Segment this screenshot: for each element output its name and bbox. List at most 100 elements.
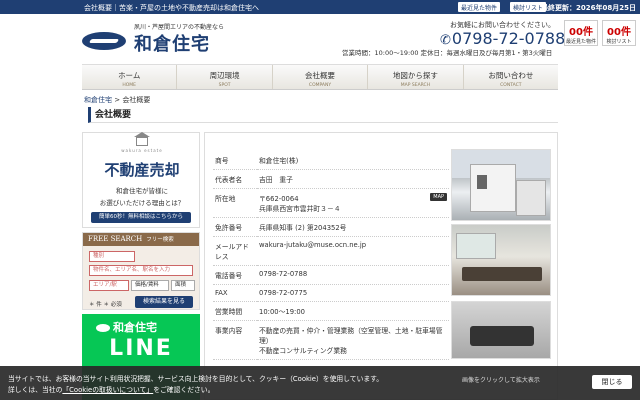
company-info-card: 商号 和倉住宅(株) 代表者名 吉田 重子 所在地 MAP 〒662-0064 兵庫県西宮… bbox=[204, 132, 558, 400]
price-select[interactable]: 価格/賃料 bbox=[131, 280, 169, 291]
required-note: ＊ 件 ＊ 必須 bbox=[89, 302, 122, 308]
row-label: 所在地 bbox=[213, 188, 257, 218]
table-shape bbox=[470, 326, 534, 346]
logo-text[interactable]: 和倉住宅 bbox=[134, 30, 210, 56]
row-value: 0798-72-0775 bbox=[257, 284, 449, 302]
map-button[interactable]: MAP bbox=[430, 193, 447, 201]
nav-home[interactable]: ホーム HOME bbox=[82, 65, 178, 89]
keyword-input[interactable]: 物件名、エリア名、駅名を入力 bbox=[89, 265, 193, 276]
building-photo[interactable] bbox=[451, 149, 551, 221]
nav-spot[interactable]: 周辺環境 SPOT bbox=[177, 65, 273, 89]
nav-sublabel: CONTACT bbox=[500, 83, 522, 88]
free-search-panel: FREE SEARCH フリー検索 種別 物件名、エリア名、駅名を入力 エリア/駅… bbox=[82, 232, 200, 310]
table-row: 代表者名 吉田 重子 bbox=[213, 169, 449, 189]
free-search-title: FREE SEARCH bbox=[88, 235, 143, 243]
logo-emblem-icon bbox=[96, 324, 110, 332]
sell-brand: wakura estate bbox=[121, 148, 163, 153]
line-brand: 和倉住宅 bbox=[96, 319, 157, 335]
recent-count-badge[interactable]: 00件 最近見た物件 bbox=[564, 20, 598, 46]
recent-count: 00件 bbox=[569, 27, 593, 38]
consultation-button[interactable]: 簡単60秒！無料相談はこちらから bbox=[91, 212, 191, 223]
cookie-policy-link[interactable]: 「Cookieの取扱いについて」 bbox=[62, 386, 153, 394]
nav-contact[interactable]: お問い合わせ CONTACT bbox=[464, 65, 558, 89]
row-label: 商号 bbox=[213, 151, 257, 170]
search-results-button[interactable]: 検索結果を見る bbox=[135, 296, 193, 308]
favorites-count-label: 検討リスト bbox=[606, 39, 632, 45]
desk-shape bbox=[462, 267, 542, 281]
breadcrumb-home[interactable]: 和倉住宅 bbox=[84, 96, 112, 104]
recent-count-label: 最近見た物件 bbox=[565, 39, 596, 45]
free-search-header: FREE SEARCH フリー検索 bbox=[83, 233, 199, 246]
row-label: FAX bbox=[213, 284, 257, 302]
site-description: 会社概要｜苦楽・芦屋の土地や不動産売却は和倉住宅へ bbox=[84, 4, 259, 12]
nav-label: 会社概要 bbox=[305, 71, 336, 80]
table-row: 免許番号 兵庫県知事 (2) 第204352号 bbox=[213, 217, 449, 237]
nav-sublabel: SPOT bbox=[218, 83, 231, 88]
row-value: 10:00〜19:00 bbox=[257, 301, 449, 321]
table-row: 営業時間 10:00〜19:00 bbox=[213, 301, 449, 321]
recent-viewed-link[interactable]: 最近見た物件 bbox=[458, 2, 501, 12]
photo-caption: 画像をクリックして拡大表示 bbox=[462, 377, 540, 384]
table-row: 所在地 MAP 〒662-0064 兵庫県西宮市雲井町３－４ bbox=[213, 188, 449, 218]
email-link[interactable]: wakura-jutaku@muse.ocn.ne.jp bbox=[257, 236, 449, 266]
row-value: 0798-72-0788 bbox=[257, 265, 449, 285]
cookie-text-2: 詳しくは、当社の「Cookieの取扱いについて」をご確認ください。 bbox=[8, 384, 214, 394]
business-hours: 営業時間：10:00〜19:00 定休日：毎週水曜日及び毎月第1・第3火曜日 bbox=[342, 49, 553, 57]
table-row: FAX 0798-72-0775 bbox=[213, 284, 449, 302]
sell-subtitle-1: 和倉住宅が皆様に bbox=[116, 187, 168, 195]
main-nav: ホーム HOME 周辺環境 SPOT 会社概要 COMPANY 地図から探す MAP S… bbox=[82, 64, 558, 90]
nav-label: お問い合わせ bbox=[488, 71, 534, 80]
window-shape bbox=[456, 233, 496, 259]
row-value: 兵庫県知事 (2) 第204352号 bbox=[257, 217, 449, 237]
row-value: MAP 〒662-0064 兵庫県西宮市雲井町３－４ bbox=[257, 188, 449, 218]
row-value: 吉田 重子 bbox=[257, 169, 449, 189]
phone-number[interactable]: ✆0798-72-0788 bbox=[440, 29, 565, 48]
nav-sublabel: MAP SEARCH bbox=[400, 83, 431, 88]
logo-emblem-icon[interactable] bbox=[82, 32, 126, 50]
line-text: LINE bbox=[109, 336, 173, 361]
phone-text: 0798-72-0788 bbox=[451, 29, 566, 48]
meeting-room-photo[interactable] bbox=[451, 301, 551, 359]
row-label: 営業時間 bbox=[213, 301, 257, 321]
address: 兵庫県西宮市雲井町３－４ bbox=[259, 205, 341, 213]
cookie-banner: 当サイトでは、お客様の当サイト利用状況把握、サービス向上検討を目的として、クッキ… bbox=[0, 366, 640, 400]
table-row: メールアドレス wakura-jutaku@muse.ocn.ne.jp bbox=[213, 236, 449, 266]
page-title: 会社概要 bbox=[88, 107, 558, 123]
row-label: 免許番号 bbox=[213, 217, 257, 237]
nav-label: 周辺環境 bbox=[209, 71, 240, 80]
sell-title: 不動産売却 bbox=[104, 161, 180, 179]
cookie-text-1: 当サイトでは、お客様の当サイト利用状況把握、サービス向上検討を目的として、クッキ… bbox=[8, 375, 384, 383]
sell-banner[interactable]: wakura estate 不動産売却 和倉住宅が皆様に お選びいただける理由と… bbox=[82, 132, 200, 228]
building-shape bbox=[516, 180, 546, 216]
favorites-count: 00件 bbox=[607, 27, 631, 38]
favorites-count-badge[interactable]: 00件 検討リスト bbox=[602, 20, 636, 46]
top-bar: 会社概要｜苦楽・芦屋の土地や不動産売却は和倉住宅へ 最近見た物件 検討リスト 最… bbox=[0, 0, 640, 14]
breadcrumb-current: 会社概要 bbox=[122, 96, 151, 104]
site-header: 夙川・芦屋間エリアの不動産なら 和倉住宅 お気軽にお問い合わせください。 ✆07… bbox=[0, 14, 640, 64]
company-info-table: 商号 和倉住宅(株) 代表者名 吉田 重子 所在地 MAP 〒662-0064 兵庫県西宮… bbox=[213, 151, 449, 360]
breadcrumb: 和倉住宅 > 会社概要 bbox=[84, 95, 150, 105]
free-search-subtitle: フリー検索 bbox=[146, 237, 174, 243]
cookie-close-button[interactable]: 閉じる bbox=[592, 375, 632, 389]
office-photo[interactable] bbox=[451, 224, 551, 296]
table-row: 商号 和倉住宅(株) bbox=[213, 151, 449, 170]
area-station-select[interactable]: エリア/駅 bbox=[89, 280, 129, 291]
nav-sublabel: HOME bbox=[122, 83, 137, 88]
building-shape bbox=[470, 164, 516, 212]
nav-map-search[interactable]: 地図から探す MAP SEARCH bbox=[368, 65, 464, 89]
nav-company[interactable]: 会社概要 COMPANY bbox=[273, 65, 369, 89]
sidebar: wakura estate 不動産売却 和倉住宅が皆様に お選びいただける理由と… bbox=[82, 132, 200, 400]
breadcrumb-separator: > bbox=[114, 96, 121, 104]
row-label: 電話番号 bbox=[213, 265, 257, 285]
table-row: 事業内容 不動産の売買・仲介・管理業務（空室管理、土地・駐車場管理） 不動産コンサル… bbox=[213, 320, 449, 360]
row-value: 和倉住宅(株) bbox=[257, 151, 449, 170]
area-size-select[interactable]: 面積 bbox=[171, 280, 195, 291]
update-date: 最終更新：2026年08月25日 bbox=[541, 4, 636, 12]
nav-label: 地図から探す bbox=[392, 71, 438, 80]
postal-code: 〒662-0064 bbox=[259, 195, 299, 203]
property-type-select[interactable]: 種別 bbox=[89, 251, 135, 262]
line-brand-text: 和倉住宅 bbox=[113, 321, 157, 334]
business-line-2: 不動産コンサルティング業務 bbox=[259, 347, 347, 355]
row-value: 不動産の売買・仲介・管理業務（空室管理、土地・駐車場管理） 不動産コンサルティング… bbox=[257, 320, 449, 360]
sell-subtitle-2: お選びいただける理由とは？ bbox=[99, 199, 185, 207]
